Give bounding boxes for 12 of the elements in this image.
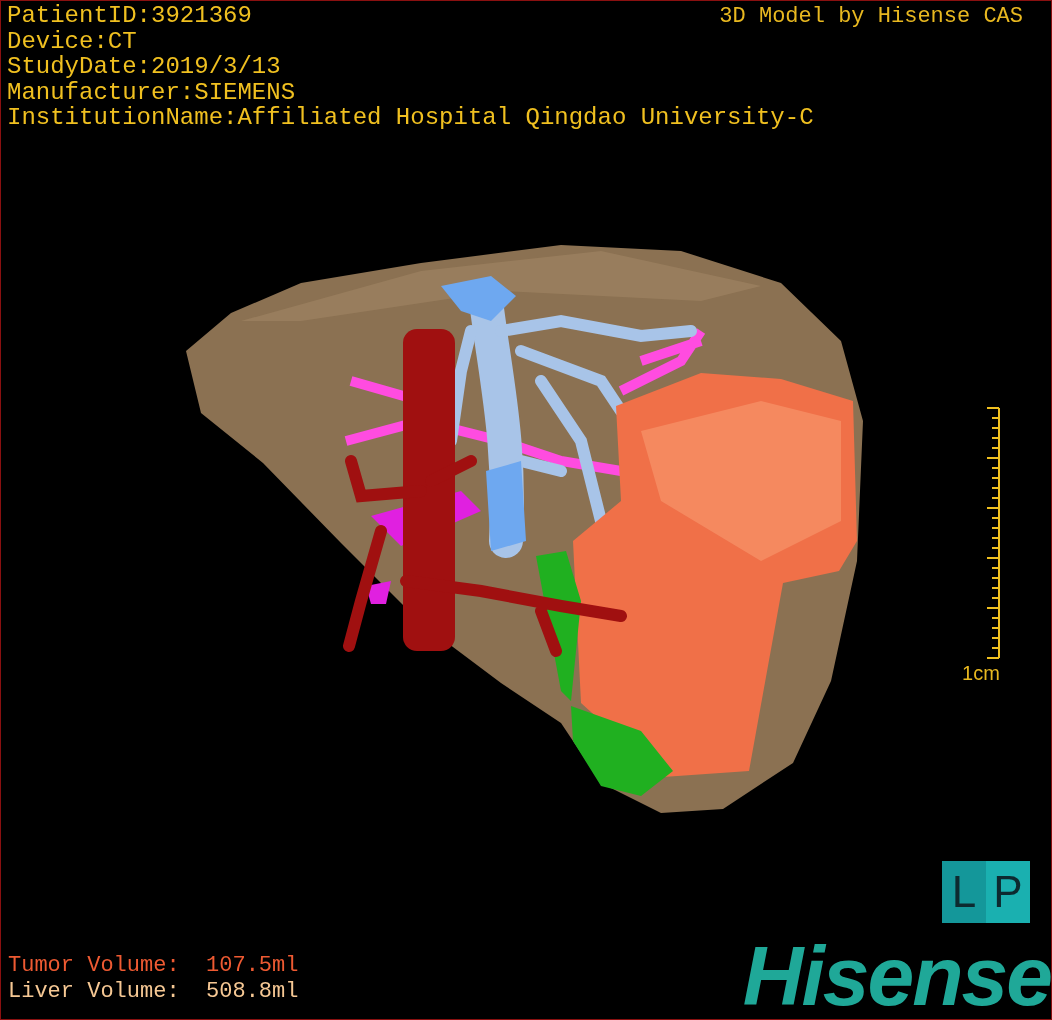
orientation-marker: L xyxy=(942,861,986,923)
study-info-text: StudyDate:2019/3/13 xyxy=(7,54,281,80)
study-info-text: PatientID:3921369 xyxy=(7,3,252,29)
study-info-text: Manufacturer:SIEMENS xyxy=(7,79,296,105)
brand-logo: Hisense xyxy=(742,931,1051,1019)
volume-text: Tumor Volume: 107.5ml xyxy=(8,953,299,979)
study-info-text: InstitutionName:Affiliated Hospital Qingdao University-C xyxy=(7,105,814,131)
study-info-text: Device:CT xyxy=(7,28,137,54)
orientation-marker: P xyxy=(986,861,1030,923)
scale-label: 1cm xyxy=(962,662,1000,685)
viewer-title: 3D Model by Hisense CAS xyxy=(719,4,1023,29)
volume-text: Liver Volume: 508.8ml xyxy=(8,979,299,1005)
